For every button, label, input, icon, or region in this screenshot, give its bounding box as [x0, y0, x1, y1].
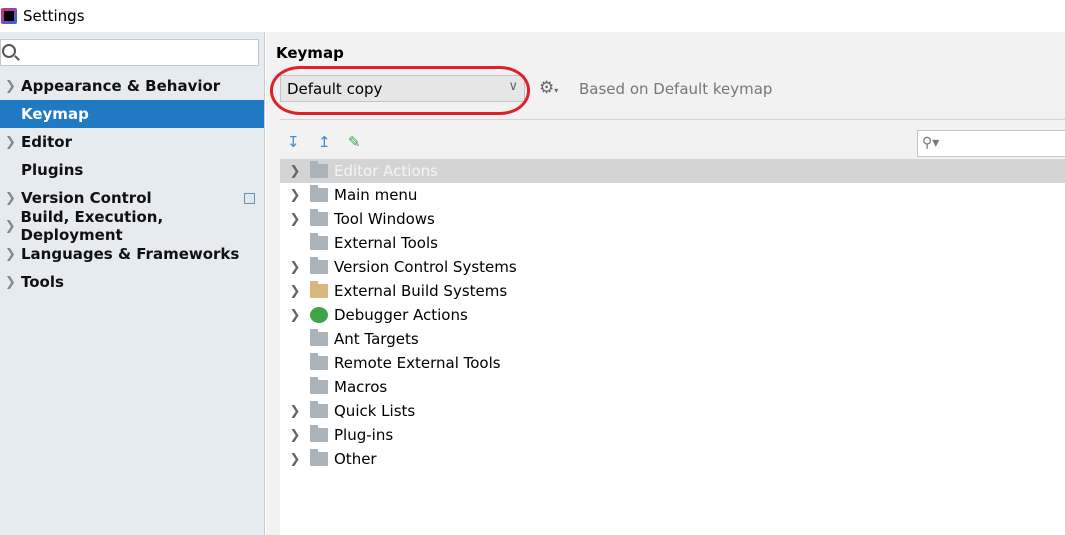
sidebar-item-label: Languages & Frameworks	[21, 245, 240, 263]
chevron-right-icon[interactable]: ❯	[280, 404, 310, 419]
folder-other-icon	[310, 449, 328, 466]
chevron-right-icon[interactable]: ❯	[280, 452, 310, 467]
chevron-right-icon: ❯	[5, 274, 16, 290]
tree-row-label: Debugger Actions	[334, 306, 468, 324]
tree-row-label: Macros	[334, 378, 388, 396]
page-title: Keymap	[276, 44, 344, 62]
edit-pencil-icon[interactable]: ✎	[348, 133, 361, 151]
sidebar-item-label: Keymap	[21, 105, 89, 123]
chevron-right-icon[interactable]: ❯	[280, 260, 310, 275]
red-annotation-oval	[270, 66, 530, 115]
settings-search-input[interactable]	[0, 39, 259, 66]
sidebar-item-plugins[interactable]: Plugins	[0, 156, 264, 184]
tree-row[interactable]: ❯ Debugger Actions	[280, 303, 1065, 327]
folder-tools-icon	[310, 233, 328, 250]
tree-row-label: External Build Systems	[334, 282, 508, 300]
chevron-right-icon[interactable]: ❯	[280, 308, 310, 323]
sidebar-item-label: Plugins	[21, 161, 84, 179]
tree-row[interactable]: Remote External Tools	[280, 351, 1065, 375]
chevron-right-icon: ❯	[5, 190, 16, 206]
bug-icon	[310, 307, 328, 323]
tree-row-label: Editor Actions	[334, 162, 438, 180]
collapse-all-icon[interactable]: ↥	[318, 133, 331, 151]
tree-row[interactable]: ❯ Tool Windows	[280, 207, 1065, 231]
tree-row-label: Main menu	[334, 186, 418, 204]
shortcut-search-input[interactable]: ⚲▾	[917, 130, 1065, 157]
tree-row[interactable]: Ant Targets	[280, 327, 1065, 351]
based-on-label: Based on Default keymap	[579, 80, 773, 98]
folder-edit-icon	[310, 161, 328, 178]
sidebar-item-languages-frameworks[interactable]: ❯ Languages & Frameworks	[0, 240, 264, 268]
tree-row-label: Version Control Systems	[334, 258, 517, 276]
sidebar-item-appearance-behavior[interactable]: ❯ Appearance & Behavior	[0, 72, 264, 100]
tree-row-label: Quick Lists	[334, 402, 416, 420]
tree-row[interactable]: ❯ Version Control Systems	[280, 255, 1065, 279]
tree-row[interactable]: ❯ Main menu	[280, 183, 1065, 207]
chevron-right-icon: ❯	[5, 134, 16, 150]
sidebar-item-label: Appearance & Behavior	[21, 77, 221, 95]
folder-icon	[310, 209, 328, 226]
tree-row[interactable]: ❯ Other	[280, 447, 1065, 471]
tree-row-label: Plug-ins	[334, 426, 394, 444]
folder-menu-icon	[310, 185, 328, 202]
tree-row[interactable]: Macros	[280, 375, 1065, 399]
sidebar-item-label: Tools	[21, 273, 64, 291]
intellij-app-icon	[1, 8, 17, 24]
tree-row-label: External Tools	[334, 234, 438, 252]
tree-row-label: Ant Targets	[334, 330, 419, 348]
chevron-right-icon[interactable]: ❯	[280, 428, 310, 443]
folder-icon	[310, 425, 328, 442]
tree-row[interactable]: ❯ Editor Actions	[280, 159, 1065, 183]
sidebar-item-editor[interactable]: ❯ Editor	[0, 128, 264, 156]
chevron-right-icon[interactable]: ❯	[280, 164, 310, 179]
folder-tools-icon	[310, 353, 328, 370]
tree-row[interactable]: External Tools	[280, 231, 1065, 255]
settings-nav: ❯ Appearance & Behavior Keymap ❯ Editor Plugi…	[0, 72, 264, 296]
tree-row[interactable]: ❯ Plug-ins	[280, 423, 1065, 447]
sidebar: ❯ Appearance & Behavior Keymap ❯ Editor Plugi…	[0, 32, 265, 535]
tree-row[interactable]: ❯ External Build Systems	[280, 279, 1065, 303]
chevron-right-icon[interactable]: ❯	[280, 284, 310, 299]
folder-ant-icon	[310, 329, 328, 346]
folder-icon	[310, 257, 328, 274]
window-title: Settings	[23, 7, 85, 25]
folder-build-icon	[310, 281, 328, 298]
folder-icon	[310, 401, 328, 418]
sidebar-item-tools[interactable]: ❯ Tools	[0, 268, 264, 296]
chevron-right-icon: ❯	[4, 218, 16, 234]
sidebar-item-label: Version Control	[21, 189, 152, 207]
keymap-panel: Keymap Default copy ∨ ⚙▾ Based on Default…	[266, 32, 1065, 535]
search-icon: ⚲▾	[922, 135, 940, 151]
expand-all-icon[interactable]: ↧	[287, 133, 300, 151]
sidebar-item-build-execution-deployment[interactable]: ❯ Build, Execution, Deployment	[0, 208, 264, 244]
sidebar-item-label: Editor	[21, 133, 72, 151]
sidebar-item-label: Build, Execution, Deployment	[20, 208, 164, 244]
chevron-right-icon: ❯	[5, 246, 16, 262]
tree-row-label: Tool Windows	[334, 210, 435, 228]
chevron-right-icon: ❯	[5, 78, 16, 94]
project-scope-icon	[244, 192, 255, 204]
chevron-right-icon[interactable]: ❯	[280, 212, 310, 227]
folder-icon	[310, 377, 328, 394]
chevron-right-icon[interactable]: ❯	[280, 188, 310, 203]
actions-tree: ❯ Editor Actions ❯ Main menu ❯ Tool Windows Ex…	[280, 159, 1065, 535]
search-icon	[2, 44, 16, 58]
tree-row-label: Other	[334, 450, 377, 468]
title-bar: Settings	[0, 0, 1065, 32]
tree-row[interactable]: ❯ Quick Lists	[280, 399, 1065, 423]
sidebar-item-keymap[interactable]: Keymap	[0, 100, 264, 128]
tree-row-label: Remote External Tools	[334, 354, 501, 372]
divider	[280, 119, 1065, 120]
gear-icon[interactable]: ⚙▾	[539, 78, 558, 98]
